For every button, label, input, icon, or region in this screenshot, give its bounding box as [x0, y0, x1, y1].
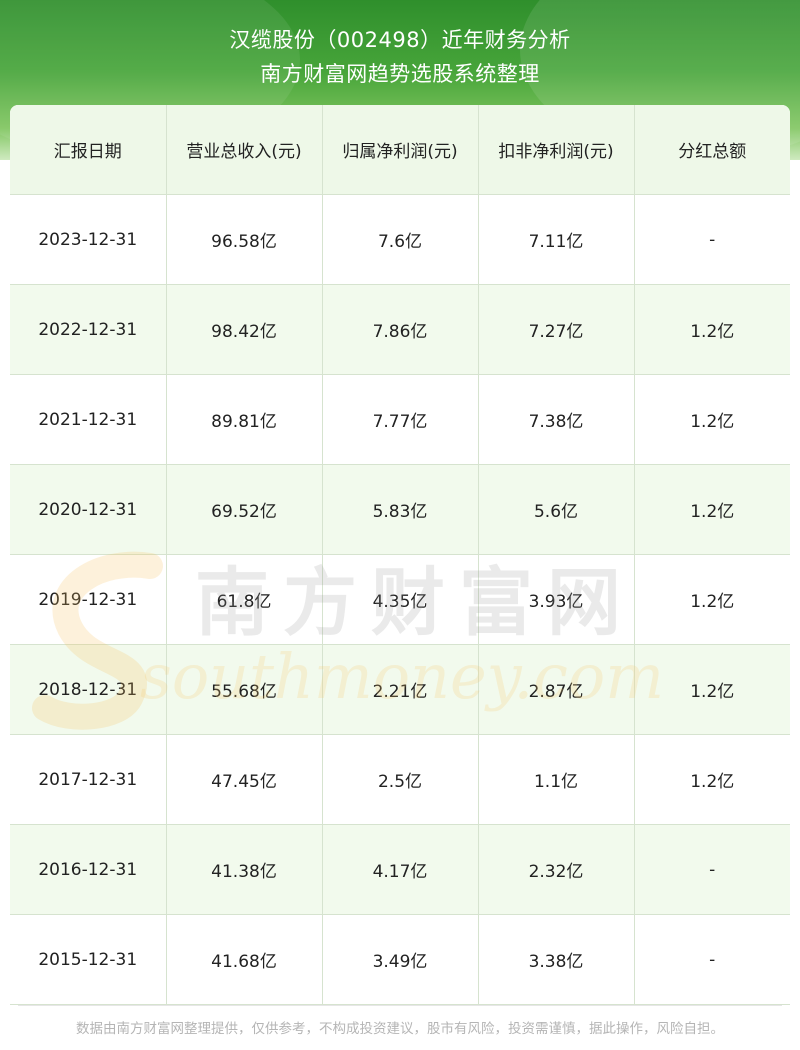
cell-dividend: 1.2亿	[633, 374, 790, 465]
cell-revenue: 89.81亿	[165, 374, 323, 465]
cell-net-profit: 5.83亿	[321, 464, 479, 555]
column-header-date: 汇报日期	[10, 105, 167, 195]
cell-net-profit: 7.6亿	[321, 194, 479, 285]
table-row: 2022-12-31 98.42亿 7.86亿 7.27亿 1.2亿	[10, 284, 790, 375]
cell-deducted-profit: 3.93亿	[477, 554, 635, 645]
cell-date: 2019-12-31	[10, 554, 167, 645]
cell-date: 2020-12-31	[10, 464, 167, 555]
cell-deducted-profit: 7.11亿	[477, 194, 635, 285]
cell-dividend: -	[633, 824, 790, 915]
cell-revenue: 47.45亿	[165, 734, 323, 825]
cell-revenue: 96.58亿	[165, 194, 323, 285]
financial-table: 汇报日期 营业总收入(元) 归属净利润(元) 扣非净利润(元) 分红总额 202…	[10, 105, 790, 1005]
cell-date: 2023-12-31	[10, 194, 167, 285]
cell-revenue: 69.52亿	[165, 464, 323, 555]
cell-dividend: -	[633, 194, 790, 285]
cell-dividend: 1.2亿	[633, 464, 790, 555]
cell-date: 2016-12-31	[10, 824, 167, 915]
cell-dividend: 1.2亿	[633, 734, 790, 825]
cell-revenue: 98.42亿	[165, 284, 323, 375]
page-subtitle: 南方财富网趋势选股系统整理	[260, 62, 540, 86]
cell-net-profit: 2.5亿	[321, 734, 479, 825]
cell-date: 2018-12-31	[10, 644, 167, 735]
column-header-deducted-profit: 扣非净利润(元)	[477, 105, 635, 195]
table-row: 2017-12-31 47.45亿 2.5亿 1.1亿 1.2亿	[10, 734, 790, 825]
cell-net-profit: 3.49亿	[321, 914, 479, 1005]
financial-table-card: 汇报日期 营业总收入(元) 归属净利润(元) 扣非净利润(元) 分红总额 202…	[10, 105, 790, 1005]
cell-dividend: 1.2亿	[633, 554, 790, 645]
cell-dividend: 1.2亿	[633, 644, 790, 735]
cell-date: 2022-12-31	[10, 284, 167, 375]
cell-net-profit: 4.17亿	[321, 824, 479, 915]
table-row: 2015-12-31 41.68亿 3.49亿 3.38亿 -	[10, 914, 790, 1005]
cell-deducted-profit: 7.27亿	[477, 284, 635, 375]
cell-revenue: 61.8亿	[165, 554, 323, 645]
table-row: 2019-12-31 61.8亿 4.35亿 3.93亿 1.2亿	[10, 554, 790, 645]
cell-deducted-profit: 3.38亿	[477, 914, 635, 1005]
cell-deducted-profit: 2.32亿	[477, 824, 635, 915]
footer: 数据由南方财富网整理提供，仅供参考，不构成投资建议，股市有风险，投资需谨慎，据此…	[0, 1005, 800, 1050]
table-row: 2023-12-31 96.58亿 7.6亿 7.11亿 -	[10, 194, 790, 285]
cell-net-profit: 4.35亿	[321, 554, 479, 645]
cell-dividend: -	[633, 914, 790, 1005]
table-row: 2016-12-31 41.38亿 4.17亿 2.32亿 -	[10, 824, 790, 915]
table-header-row: 汇报日期 营业总收入(元) 归属净利润(元) 扣非净利润(元) 分红总额	[10, 105, 790, 195]
table-row: 2020-12-31 69.52亿 5.83亿 5.6亿 1.2亿	[10, 464, 790, 555]
column-header-dividend: 分红总额	[633, 105, 790, 195]
cell-net-profit: 7.77亿	[321, 374, 479, 465]
footer-divider	[18, 1005, 782, 1006]
page-title: 汉缆股份（002498）近年财务分析	[229, 28, 571, 52]
cell-revenue: 41.38亿	[165, 824, 323, 915]
table-row: 2018-12-31 55.68亿 2.21亿 2.87亿 1.2亿	[10, 644, 790, 735]
table-row: 2021-12-31 89.81亿 7.77亿 7.38亿 1.2亿	[10, 374, 790, 465]
cell-deducted-profit: 7.38亿	[477, 374, 635, 465]
cell-net-profit: 2.21亿	[321, 644, 479, 735]
cell-date: 2021-12-31	[10, 374, 167, 465]
column-header-revenue: 营业总收入(元)	[165, 105, 323, 195]
cell-date: 2017-12-31	[10, 734, 167, 825]
cell-deducted-profit: 2.87亿	[477, 644, 635, 735]
cell-revenue: 55.68亿	[165, 644, 323, 735]
cell-date: 2015-12-31	[10, 914, 167, 1005]
footer-disclaimer: 数据由南方财富网整理提供，仅供参考，不构成投资建议，股市有风险，投资需谨慎，据此…	[76, 1021, 724, 1037]
cell-revenue: 41.68亿	[165, 914, 323, 1005]
cell-deducted-profit: 5.6亿	[477, 464, 635, 555]
cell-net-profit: 7.86亿	[321, 284, 479, 375]
cell-deducted-profit: 1.1亿	[477, 734, 635, 825]
cell-dividend: 1.2亿	[633, 284, 790, 375]
column-header-net-profit: 归属净利润(元)	[321, 105, 479, 195]
